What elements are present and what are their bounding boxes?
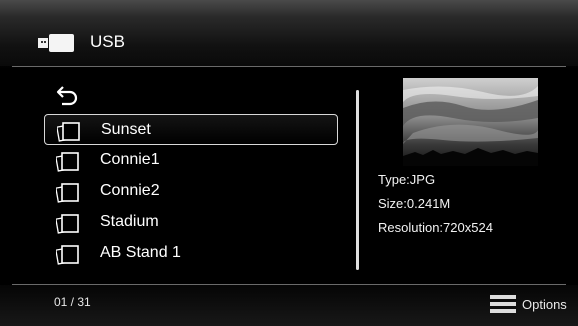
photo-folder-icon — [56, 152, 79, 172]
photo-folder-icon — [56, 245, 79, 265]
screen: USB Sunset Connie1 Connie2 Stadium AB St… — [0, 0, 578, 326]
list-item[interactable]: Stadium — [44, 207, 338, 238]
list-item[interactable]: AB Stand 1 — [44, 238, 338, 269]
page-title: USB — [90, 32, 125, 51]
scrollbar[interactable] — [356, 90, 359, 270]
menu-icon[interactable] — [490, 293, 516, 315]
list-item[interactable]: Sunset — [44, 114, 338, 145]
list-item[interactable]: Connie1 — [44, 145, 338, 176]
file-type: Type:JPG — [378, 172, 436, 187]
file-list: Sunset Connie1 Connie2 Stadium AB Stand … — [44, 114, 344, 269]
photo-folder-icon — [57, 122, 80, 142]
list-item-label: Stadium — [100, 213, 159, 230]
photo-folder-icon — [56, 214, 79, 234]
file-resolution: Resolution:720x524 — [378, 220, 493, 235]
file-info: Type:JPG Size:0.241M Resolution:720x524 — [378, 172, 493, 244]
list-item[interactable]: Connie2 — [44, 176, 338, 207]
header-bar — [0, 0, 578, 66]
usb-drive-icon — [38, 34, 74, 52]
file-size: Size:0.241M — [378, 196, 451, 211]
list-item-label: AB Stand 1 — [100, 244, 181, 261]
page-count: 01 / 31 — [54, 295, 91, 309]
list-item-label: Connie1 — [100, 151, 160, 168]
back-arrow-icon[interactable] — [56, 84, 80, 106]
scrollbar-thumb[interactable] — [356, 90, 359, 270]
sunset-photo-thumbnail — [403, 78, 538, 166]
list-item-label: Connie2 — [100, 182, 160, 199]
list-item-label: Sunset — [101, 121, 151, 138]
header-divider — [12, 66, 566, 67]
options-button[interactable]: Options — [522, 297, 567, 312]
photo-folder-icon — [56, 183, 79, 203]
